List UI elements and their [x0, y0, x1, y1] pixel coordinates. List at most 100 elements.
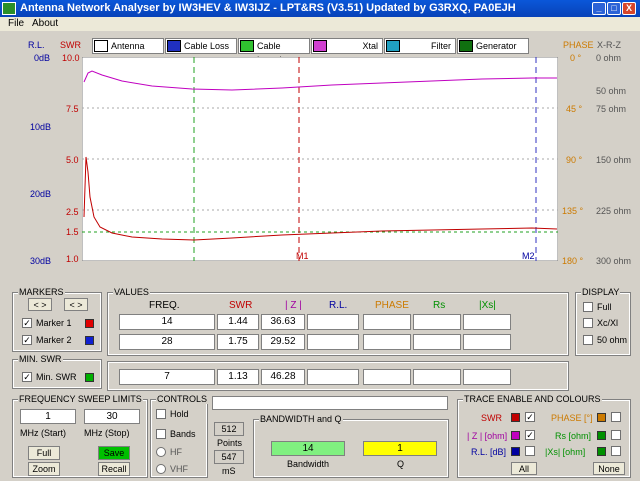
controls-title: CONTROLS	[156, 394, 209, 404]
marker-2-color	[85, 336, 94, 345]
generator-icon	[459, 40, 473, 52]
stop-freq-input[interactable]: 30	[84, 409, 140, 424]
phase-trace-checkbox[interactable]	[611, 412, 621, 422]
menu-about[interactable]: About	[32, 18, 58, 29]
filter-button[interactable]: Filter	[384, 38, 456, 54]
hold-checkbox[interactable]	[156, 409, 166, 419]
xs-header: |Xs|	[479, 300, 496, 311]
cable-length-button[interactable]: Cable Length	[238, 38, 310, 65]
display-group: DISPLAY Full Xc/Xl 50 ohm	[575, 287, 631, 356]
phase-tick: 0 °	[570, 53, 582, 63]
rl-tick: 10dB	[30, 122, 52, 132]
marker-2-rs	[413, 334, 461, 350]
xrz-axis-title: X-R-Z	[597, 40, 621, 50]
vhf-radio[interactable]	[156, 464, 166, 474]
phase-tick: 135 °	[562, 206, 584, 216]
antenna-label: Antenna	[111, 41, 145, 51]
xc-xl-checkbox[interactable]	[583, 318, 593, 328]
swr-tick: 7.5	[66, 104, 79, 114]
trace-group: TRACE ENABLE AND COLOURS SWR ✓ PHASE [°]…	[457, 394, 631, 478]
all-traces-button[interactable]: All	[511, 462, 537, 475]
minimize-button[interactable]: _	[592, 2, 606, 15]
min-swr-label: Min. SWR	[36, 372, 77, 382]
window-title: Antenna Network Analyser by IW3HEV & IW3…	[20, 2, 516, 14]
rl-trace-checkbox[interactable]	[525, 446, 535, 456]
marker-2-step-button[interactable]: < >	[64, 298, 88, 311]
controls-group: CONTROLS Hold Bands HF VHF	[150, 394, 209, 478]
xtal-label: Xtal	[362, 41, 378, 51]
full-sweep-button[interactable]: Full	[28, 446, 60, 460]
ohm-tick: 0 ohm	[596, 53, 622, 63]
marker-1-z: 36.63	[261, 314, 305, 330]
antenna-button[interactable]: Antenna	[92, 38, 164, 54]
marker-1-step-button[interactable]: < >	[28, 298, 52, 311]
xc-xl-label: Xc/Xl	[597, 318, 619, 328]
filter-label: Filter	[431, 41, 451, 51]
marker-1-color	[85, 319, 94, 328]
save-button[interactable]: Save	[98, 446, 130, 460]
vhf-label: VHF	[170, 464, 188, 474]
ohm-tick: 75 ohm	[596, 104, 627, 114]
marker-2-freq: 28	[119, 334, 215, 350]
marker-2-swr: 1.75	[217, 334, 259, 350]
marker-1-checkbox[interactable]: ✓	[22, 318, 32, 328]
xtal-button[interactable]: Xtal	[311, 38, 383, 54]
ohm-50-checkbox[interactable]	[583, 335, 593, 345]
cable-length-icon	[240, 40, 254, 52]
xs-trace-color[interactable]	[597, 447, 606, 456]
rl-trace-color[interactable]	[511, 447, 520, 456]
swr-tick: 1.5	[66, 227, 79, 237]
swr-tick: 10.0	[62, 53, 80, 63]
ms-value: 547	[214, 450, 244, 464]
full-display-label: Full	[597, 302, 612, 312]
full-display-checkbox[interactable]	[583, 302, 593, 312]
points-label: Points	[217, 438, 243, 448]
points-value: 512	[214, 422, 244, 436]
no-traces-button[interactable]: None	[593, 462, 625, 475]
markers-title: MARKERS	[18, 287, 65, 297]
bands-label: Bands	[170, 429, 196, 439]
cable-loss-icon	[167, 40, 181, 52]
phase-trace-color[interactable]	[597, 413, 606, 422]
xs-trace-label: |Xs| [ohm]	[545, 447, 586, 457]
marker-2-checkbox[interactable]: ✓	[22, 335, 32, 345]
maximize-button[interactable]: □	[607, 2, 621, 15]
status-field	[212, 396, 448, 410]
ohm-tick: 50 ohm	[596, 86, 627, 96]
recall-button[interactable]: Recall	[98, 462, 130, 476]
app-icon	[2, 2, 16, 15]
cable-loss-button[interactable]: Cable Loss	[165, 38, 237, 54]
trace-title: TRACE ENABLE AND COLOURS	[463, 394, 602, 404]
hf-radio[interactable]	[156, 447, 166, 457]
close-button[interactable]: X	[622, 2, 636, 15]
q-value: 1	[363, 441, 437, 456]
hold-label: Hold	[170, 409, 189, 419]
ohm-50-label: 50 ohm	[597, 335, 628, 345]
rl-header: R.L.	[329, 300, 348, 311]
xs-trace-checkbox[interactable]	[611, 446, 621, 456]
min-swr-checkbox[interactable]: ✓	[22, 372, 32, 382]
phase-axis-title: PHASE	[563, 40, 594, 50]
swr-trace-checkbox[interactable]: ✓	[525, 412, 535, 422]
marker-1-swr: 1.44	[217, 314, 259, 330]
bands-checkbox[interactable]	[156, 429, 166, 439]
phase-tick: 45 °	[566, 104, 583, 114]
marker-2-label-text: Marker 2	[36, 335, 72, 345]
swr-trace-color[interactable]	[511, 413, 520, 422]
rl-axis-title: R.L.	[28, 40, 45, 50]
min-swr-freq: 7	[119, 369, 215, 385]
ohm-tick: 150 ohm	[596, 155, 632, 165]
z-trace-checkbox[interactable]: ✓	[525, 430, 535, 440]
rl-tick: 20dB	[30, 189, 52, 199]
start-freq-input[interactable]: 1	[20, 409, 76, 424]
zoom-button[interactable]: Zoom	[28, 462, 60, 476]
z-trace-color[interactable]	[511, 431, 520, 440]
values-group: VALUES FREQ. SWR | Z | R.L. PHASE Rs |Xs…	[107, 287, 569, 356]
z-trace-label: | Z | [ohm]	[467, 431, 508, 441]
bandwidth-value: 14	[271, 441, 345, 456]
rs-trace-color[interactable]	[597, 431, 606, 440]
sweep-plot[interactable]	[82, 57, 558, 261]
rs-trace-checkbox[interactable]	[611, 430, 621, 440]
generator-button[interactable]: Generator	[457, 38, 529, 54]
menu-file[interactable]: File	[8, 18, 24, 29]
